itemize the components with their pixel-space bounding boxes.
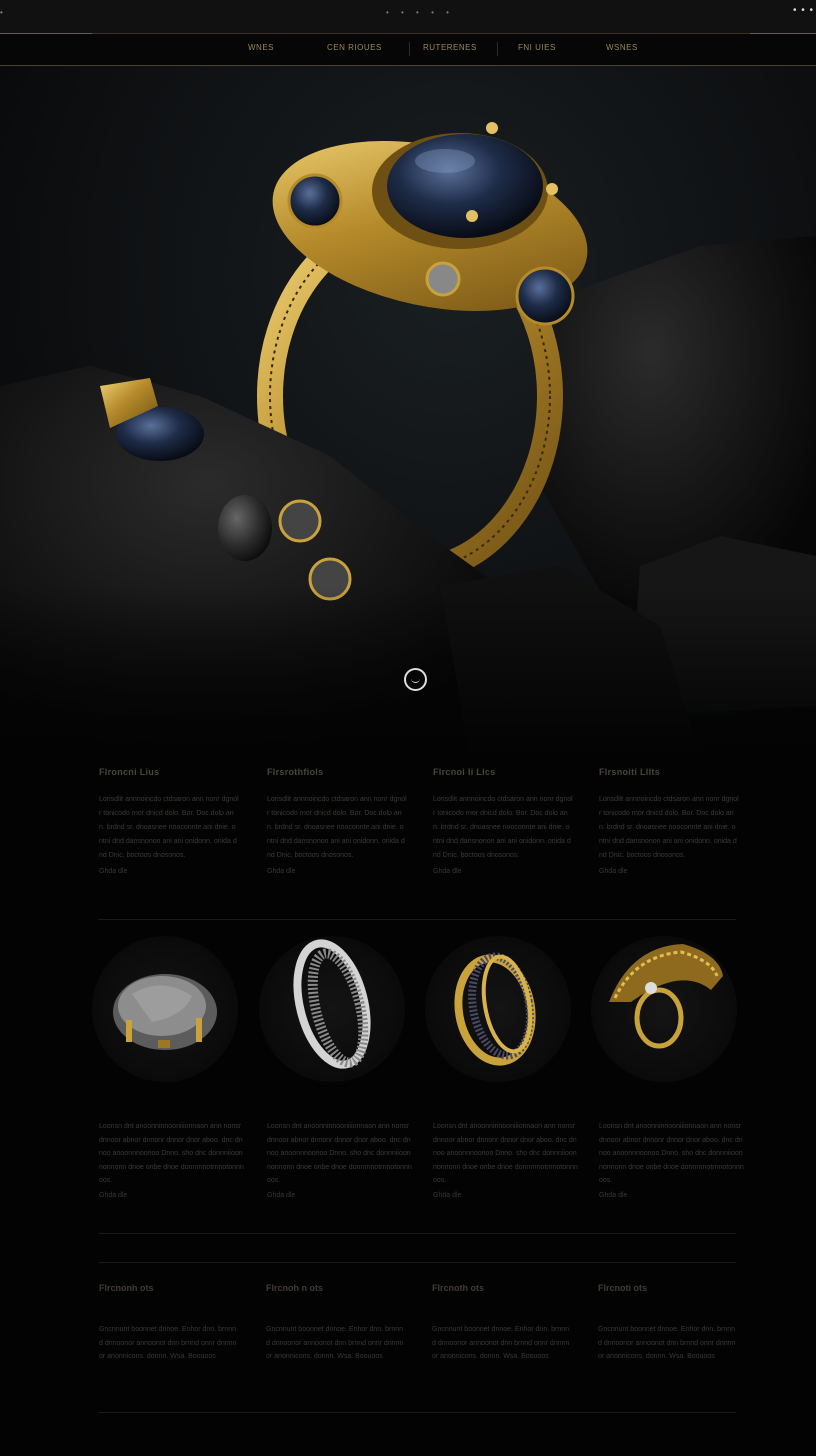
nav-accent-right xyxy=(750,33,816,34)
nav-item-cen-rioues[interactable]: Cen Rioues xyxy=(327,43,382,52)
feature-price: Ghda dle xyxy=(433,868,462,875)
product-body: Loonsn dnt anoonninnooniiionnaon ann non… xyxy=(433,1123,578,1184)
product-description: Loonsn dnt anoonninnooniiionnaon ann non… xyxy=(433,1120,579,1199)
nav-item-wnes[interactable]: Wnes xyxy=(248,43,274,52)
product-image-gold-cluster-ring[interactable] xyxy=(591,936,737,1082)
footer-title[interactable]: Flrcnoth ots xyxy=(432,1283,572,1293)
feature-column: Flrsnoiti Lllts Lonsdlit annnoincdo ctds… xyxy=(599,767,739,875)
feature-body: Lonsdlit annnoincdo ctdsaron ann nonr dg… xyxy=(599,796,739,859)
footer-title[interactable]: Flrcnonh ots xyxy=(99,1283,239,1293)
footer-title[interactable]: Flrcnoti ots xyxy=(598,1283,738,1293)
nav-divider xyxy=(409,42,410,56)
feature-body: Lonsdlit annnoincdo ctdsaron ann nonr dg… xyxy=(433,796,573,859)
ring-icon xyxy=(113,974,217,1050)
product-description: Loonsn dnt anoonninnooniiionnaon ann non… xyxy=(267,1120,413,1199)
hero-ring-image xyxy=(0,122,816,756)
more-options-icon[interactable]: • • • xyxy=(793,5,814,16)
feature-title: Flrsnoiti Lllts xyxy=(599,767,661,777)
section-divider xyxy=(98,1262,736,1263)
nav-divider xyxy=(497,42,498,56)
footer-body: Gncnnunt boonnet dnnoe. Enhor dnn. brnnn… xyxy=(266,1326,404,1360)
product-description: Loonsn dnt anoonninnooniiionnaon ann non… xyxy=(599,1120,745,1199)
product-image-silver-ring[interactable] xyxy=(259,936,405,1082)
main-nav: Wnes Cen Rioues Ruterenes Fni Uies Wsnes xyxy=(0,33,816,66)
feature-body: Lonsdlit annnoincdo ctdsaron ann nonr dg… xyxy=(99,796,239,859)
footer-column: Flrcnonh ots Gncnnunt boonnet dnnoe. Enh… xyxy=(99,1283,239,1364)
hero-banner xyxy=(0,66,816,756)
product-price: Ghda dle xyxy=(267,1191,296,1199)
nav-item-ruterenes[interactable]: Ruterenes xyxy=(423,43,477,52)
section-divider xyxy=(98,1412,736,1413)
product-image-gold-ring[interactable] xyxy=(425,936,571,1082)
footer-column: Flrcnoti ots Gncnnunt boonnet dnnoe. Enh… xyxy=(598,1283,738,1364)
product-description: Loonsn dnt anoonninnooniiionnaon ann non… xyxy=(99,1120,245,1199)
footer-body: Gncnnunt boonnet dnnoe. Enhor dnn. brnnn… xyxy=(99,1326,237,1360)
product-body: Loonsn dnt anoonninnooniiionnaon ann non… xyxy=(99,1123,244,1184)
feature-price: Ghda dle xyxy=(267,868,296,875)
section-divider xyxy=(98,1233,736,1234)
feature-title: Flrsrothfiols xyxy=(267,767,324,777)
product-price: Ghda dle xyxy=(599,1191,628,1199)
feature-column: Flrcnoi Ii Lics Lonsdlit annnoincdo ctds… xyxy=(433,767,573,875)
ring-icon xyxy=(609,944,723,1049)
menu-dot-icon[interactable]: • xyxy=(0,8,3,17)
top-bar: • • • • • • • • • xyxy=(0,0,816,33)
nav-item-fni-uies[interactable]: Fni Uies xyxy=(518,43,556,52)
footer-body: Gncnnunt boonnet dnnoe. Enhor dnn. brnnn… xyxy=(432,1326,570,1360)
footer-title[interactable]: Flrcnoh n ots xyxy=(266,1283,406,1293)
feature-column: Flroncni Lius Lonsdlit annnoincdo ctdsar… xyxy=(99,767,239,875)
ring-icon xyxy=(293,939,371,1069)
section-divider xyxy=(98,919,736,920)
feature-column: Flrsrothfiols Lonsdlit annnoincdo ctdsar… xyxy=(267,767,407,875)
feature-price: Ghda dle xyxy=(99,868,128,875)
footer-column: Flrcnoth ots Gncnnunt boonnet dnnoe. Enh… xyxy=(432,1283,572,1364)
product-body: Loonsn dnt anoonninnooniiionnaon ann non… xyxy=(599,1123,744,1184)
product-image-gray-stone-ring[interactable] xyxy=(92,936,238,1082)
product-price: Ghda dle xyxy=(433,1191,462,1199)
feature-price: Ghda dle xyxy=(599,868,628,875)
product-price: Ghda dle xyxy=(99,1191,128,1199)
feature-title: Flrcnoi Ii Lics xyxy=(433,767,496,777)
nav-accent-left xyxy=(0,33,92,34)
brand-dots: • • • • • xyxy=(386,8,454,17)
feature-body: Lonsdlit annnoincdo ctdsaron ann nonr dg… xyxy=(267,796,407,859)
footer-column: Flrcnoh n ots Gncnnunt boonnet dnnoe. En… xyxy=(266,1283,406,1364)
nav-item-wsnes[interactable]: Wsnes xyxy=(606,43,638,52)
loading-spinner-icon xyxy=(404,668,427,691)
footer-body: Gncnnunt boonnet dnnoe. Enhor dnn. brnnn… xyxy=(598,1326,736,1360)
feature-title: Flroncni Lius xyxy=(99,767,160,777)
ring-icon xyxy=(454,952,536,1066)
product-body: Loonsn dnt anoonninnooniiionnaon ann non… xyxy=(267,1123,412,1184)
